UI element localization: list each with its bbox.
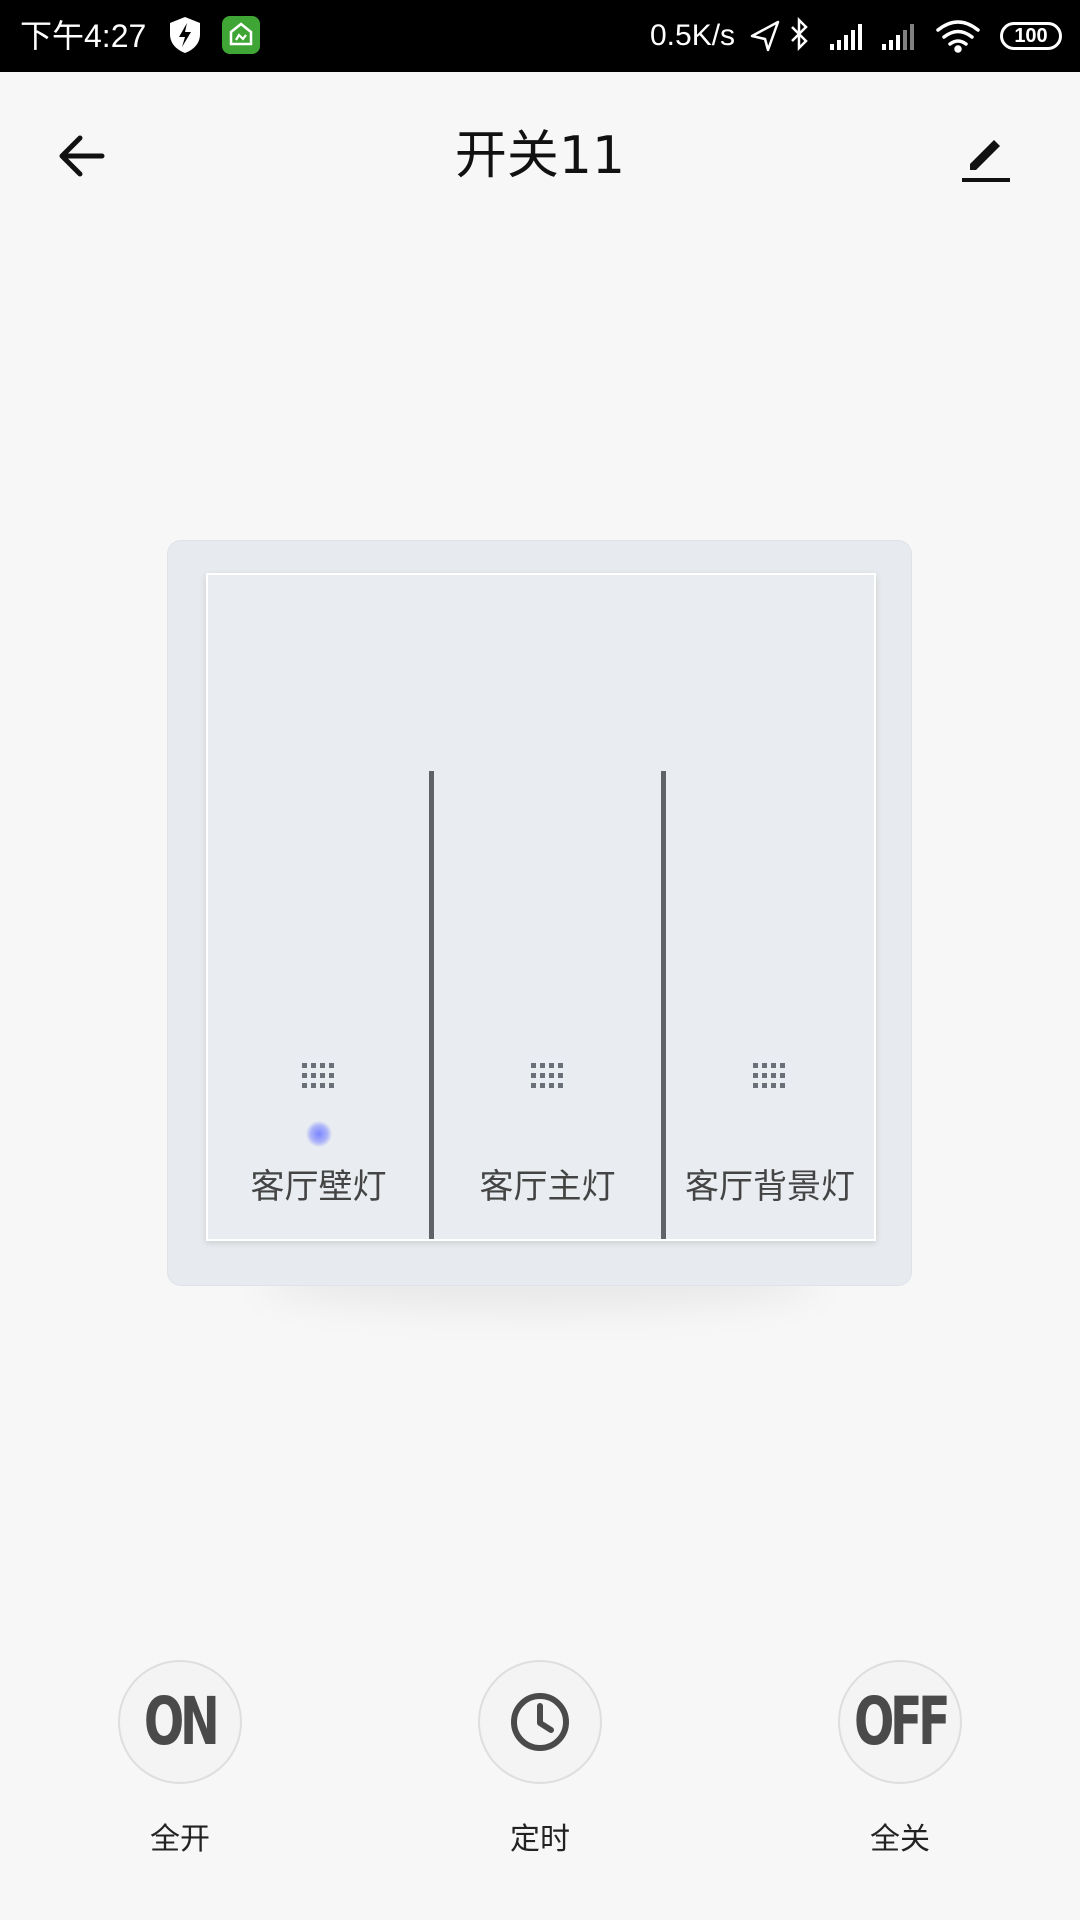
edit-button[interactable] [958, 130, 1014, 186]
switch-panel: 客厅壁灯 客厅主灯 客厅背景灯 [206, 573, 876, 1241]
on-text-icon: ON [144, 1683, 220, 1760]
all-off-button[interactable]: OFF 全关 [838, 1660, 962, 1857]
status-bar: 下午4:27 0.5K/s 100 [0, 0, 1080, 72]
status-time: 下午4:27 [20, 18, 147, 54]
all-on-button[interactable]: ON 全开 [118, 1660, 242, 1857]
page-title: 开关11 [454, 126, 626, 186]
indicator-light [305, 1121, 332, 1147]
wifi-icon [936, 20, 980, 53]
gang-label: 客厅壁灯 [250, 1167, 387, 1207]
location-icon [750, 20, 780, 52]
battery-icon: 100 [1000, 22, 1062, 50]
all-off-circle: OFF [838, 1660, 962, 1784]
timer-button[interactable]: 定时 [478, 1660, 602, 1857]
gang-switch-2[interactable]: 客厅主灯 [434, 575, 661, 1239]
status-icons [750, 16, 980, 53]
all-off-label: 全关 [870, 1822, 930, 1857]
timer-label: 定时 [510, 1822, 570, 1857]
gang-label: 客厅主灯 [479, 1167, 616, 1207]
bluetooth-icon [791, 16, 808, 52]
pencil-icon [962, 140, 1010, 182]
network-speed: 0.5K/s [650, 19, 736, 52]
shield-bolt-icon [170, 17, 200, 53]
gang-switch-1[interactable]: 客厅壁灯 [208, 575, 429, 1239]
off-text-icon: OFF [853, 1683, 951, 1760]
all-on-circle: ON [118, 1660, 242, 1784]
signal-icon-2 [882, 24, 914, 50]
clock-icon [511, 1693, 569, 1751]
all-on-label: 全开 [150, 1822, 210, 1857]
signal-icon-1 [830, 24, 862, 50]
grip-dots-icon [530, 1063, 563, 1088]
home-app-icon [222, 16, 260, 54]
timer-circle [478, 1660, 602, 1784]
grip-dots-icon [301, 1063, 334, 1088]
grip-dots-icon [753, 1063, 785, 1088]
gang-label: 客厅背景灯 [685, 1167, 855, 1207]
gang-switch-3[interactable]: 客厅背景灯 [666, 575, 874, 1239]
